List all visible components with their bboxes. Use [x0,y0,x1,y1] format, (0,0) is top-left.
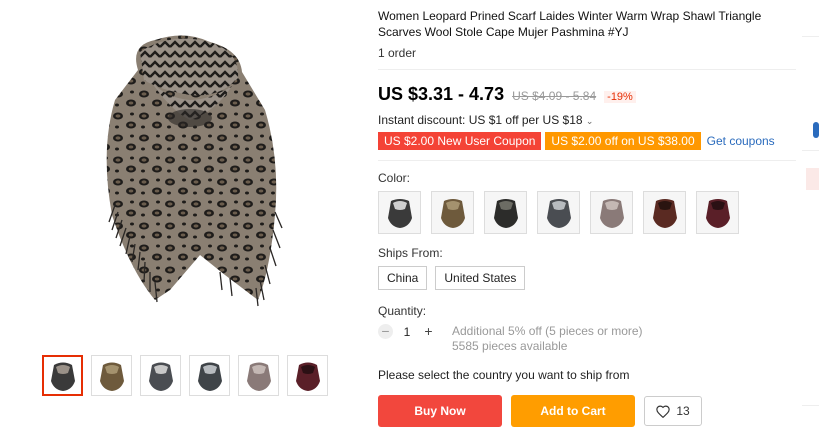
thumbnail-6[interactable] [287,355,328,396]
quantity-label: Quantity: [378,304,427,318]
color-label: Color: [378,171,411,185]
wishlist-count: 13 [676,404,690,418]
add-to-cart-button[interactable]: Add to Cart [511,395,635,427]
chevron-down-icon[interactable]: ⌄ [586,116,594,126]
side-panel-icon[interactable] [813,122,819,138]
heart-icon [656,405,671,418]
divider [378,160,796,161]
get-coupons-link[interactable]: Get coupons [707,134,775,148]
quantity-increase-button[interactable]: + [421,324,436,339]
discount-badge: -19% [604,91,636,103]
coupon-row: US $2.00 New User Coupon US $2.00 off on… [378,132,796,150]
thumbnail-1[interactable] [42,355,83,396]
quantity-stepper: − 1 + [378,324,436,339]
side-panel-divider [802,405,819,406]
thumbnail-3[interactable] [140,355,181,396]
order-count: 1 order [378,46,417,60]
ships-from-options: China United States [378,266,796,290]
side-panel-divider [802,36,819,37]
ships-from-china[interactable]: China [378,266,428,290]
buy-now-button[interactable]: Buy Now [378,395,502,427]
quantity-info: Additional 5% off (5 pieces or more) 558… [452,324,643,354]
instant-discount[interactable]: Instant discount: US $1 off per US $18 ⌄ [378,113,796,127]
thumbnail-2[interactable] [91,355,132,396]
current-price: US $3.31 - 4.73 [378,84,505,104]
ships-from-united-states[interactable]: United States [435,266,526,290]
color-swatch-6[interactable] [643,191,686,234]
quantity-row: − 1 + Additional 5% off (5 pieces or mor… [378,324,796,354]
thumbnail-4[interactable] [189,355,230,396]
product-info: Women Leopard Prined Scarf Laides Winter… [378,8,796,427]
side-panel-badge [806,168,819,190]
action-buttons: Buy Now Add to Cart 13 [378,395,796,427]
product-title: Women Leopard Prined Scarf Laides Winter… [378,9,762,39]
price-row: US $3.31 - 4.73 US $4.09 - 5.84 -19% [378,84,796,105]
quantity-decrease-button[interactable]: − [378,324,393,339]
side-panel-divider [802,150,819,151]
color-swatch-3[interactable] [484,191,527,234]
color-swatch-1[interactable] [378,191,421,234]
original-price: US $4.09 - 5.84 [512,89,597,103]
divider [378,69,796,70]
stock-available-text: 5585 pieces available [452,339,568,353]
thumbnail-strip [42,355,328,396]
color-swatch-4[interactable] [537,191,580,234]
quantity-value[interactable]: 1 [403,325,411,339]
shipping-note: Please select the country you want to sh… [378,368,630,382]
store-coupon[interactable]: US $2.00 off on US $38.00 [545,132,701,150]
wishlist-button[interactable]: 13 [644,396,702,426]
instant-discount-text: Instant discount: US $1 off per US $18 [378,113,583,127]
ships-from-label: Ships From: [378,246,443,260]
color-swatch-2[interactable] [431,191,474,234]
color-swatch-5[interactable] [590,191,633,234]
main-product-image[interactable] [60,0,330,340]
color-swatch-7[interactable] [696,191,739,234]
color-swatches [378,191,796,234]
new-user-coupon[interactable]: US $2.00 New User Coupon [378,132,542,150]
bulk-discount-text: Additional 5% off (5 pieces or more) [452,324,643,338]
thumbnail-5[interactable] [238,355,279,396]
